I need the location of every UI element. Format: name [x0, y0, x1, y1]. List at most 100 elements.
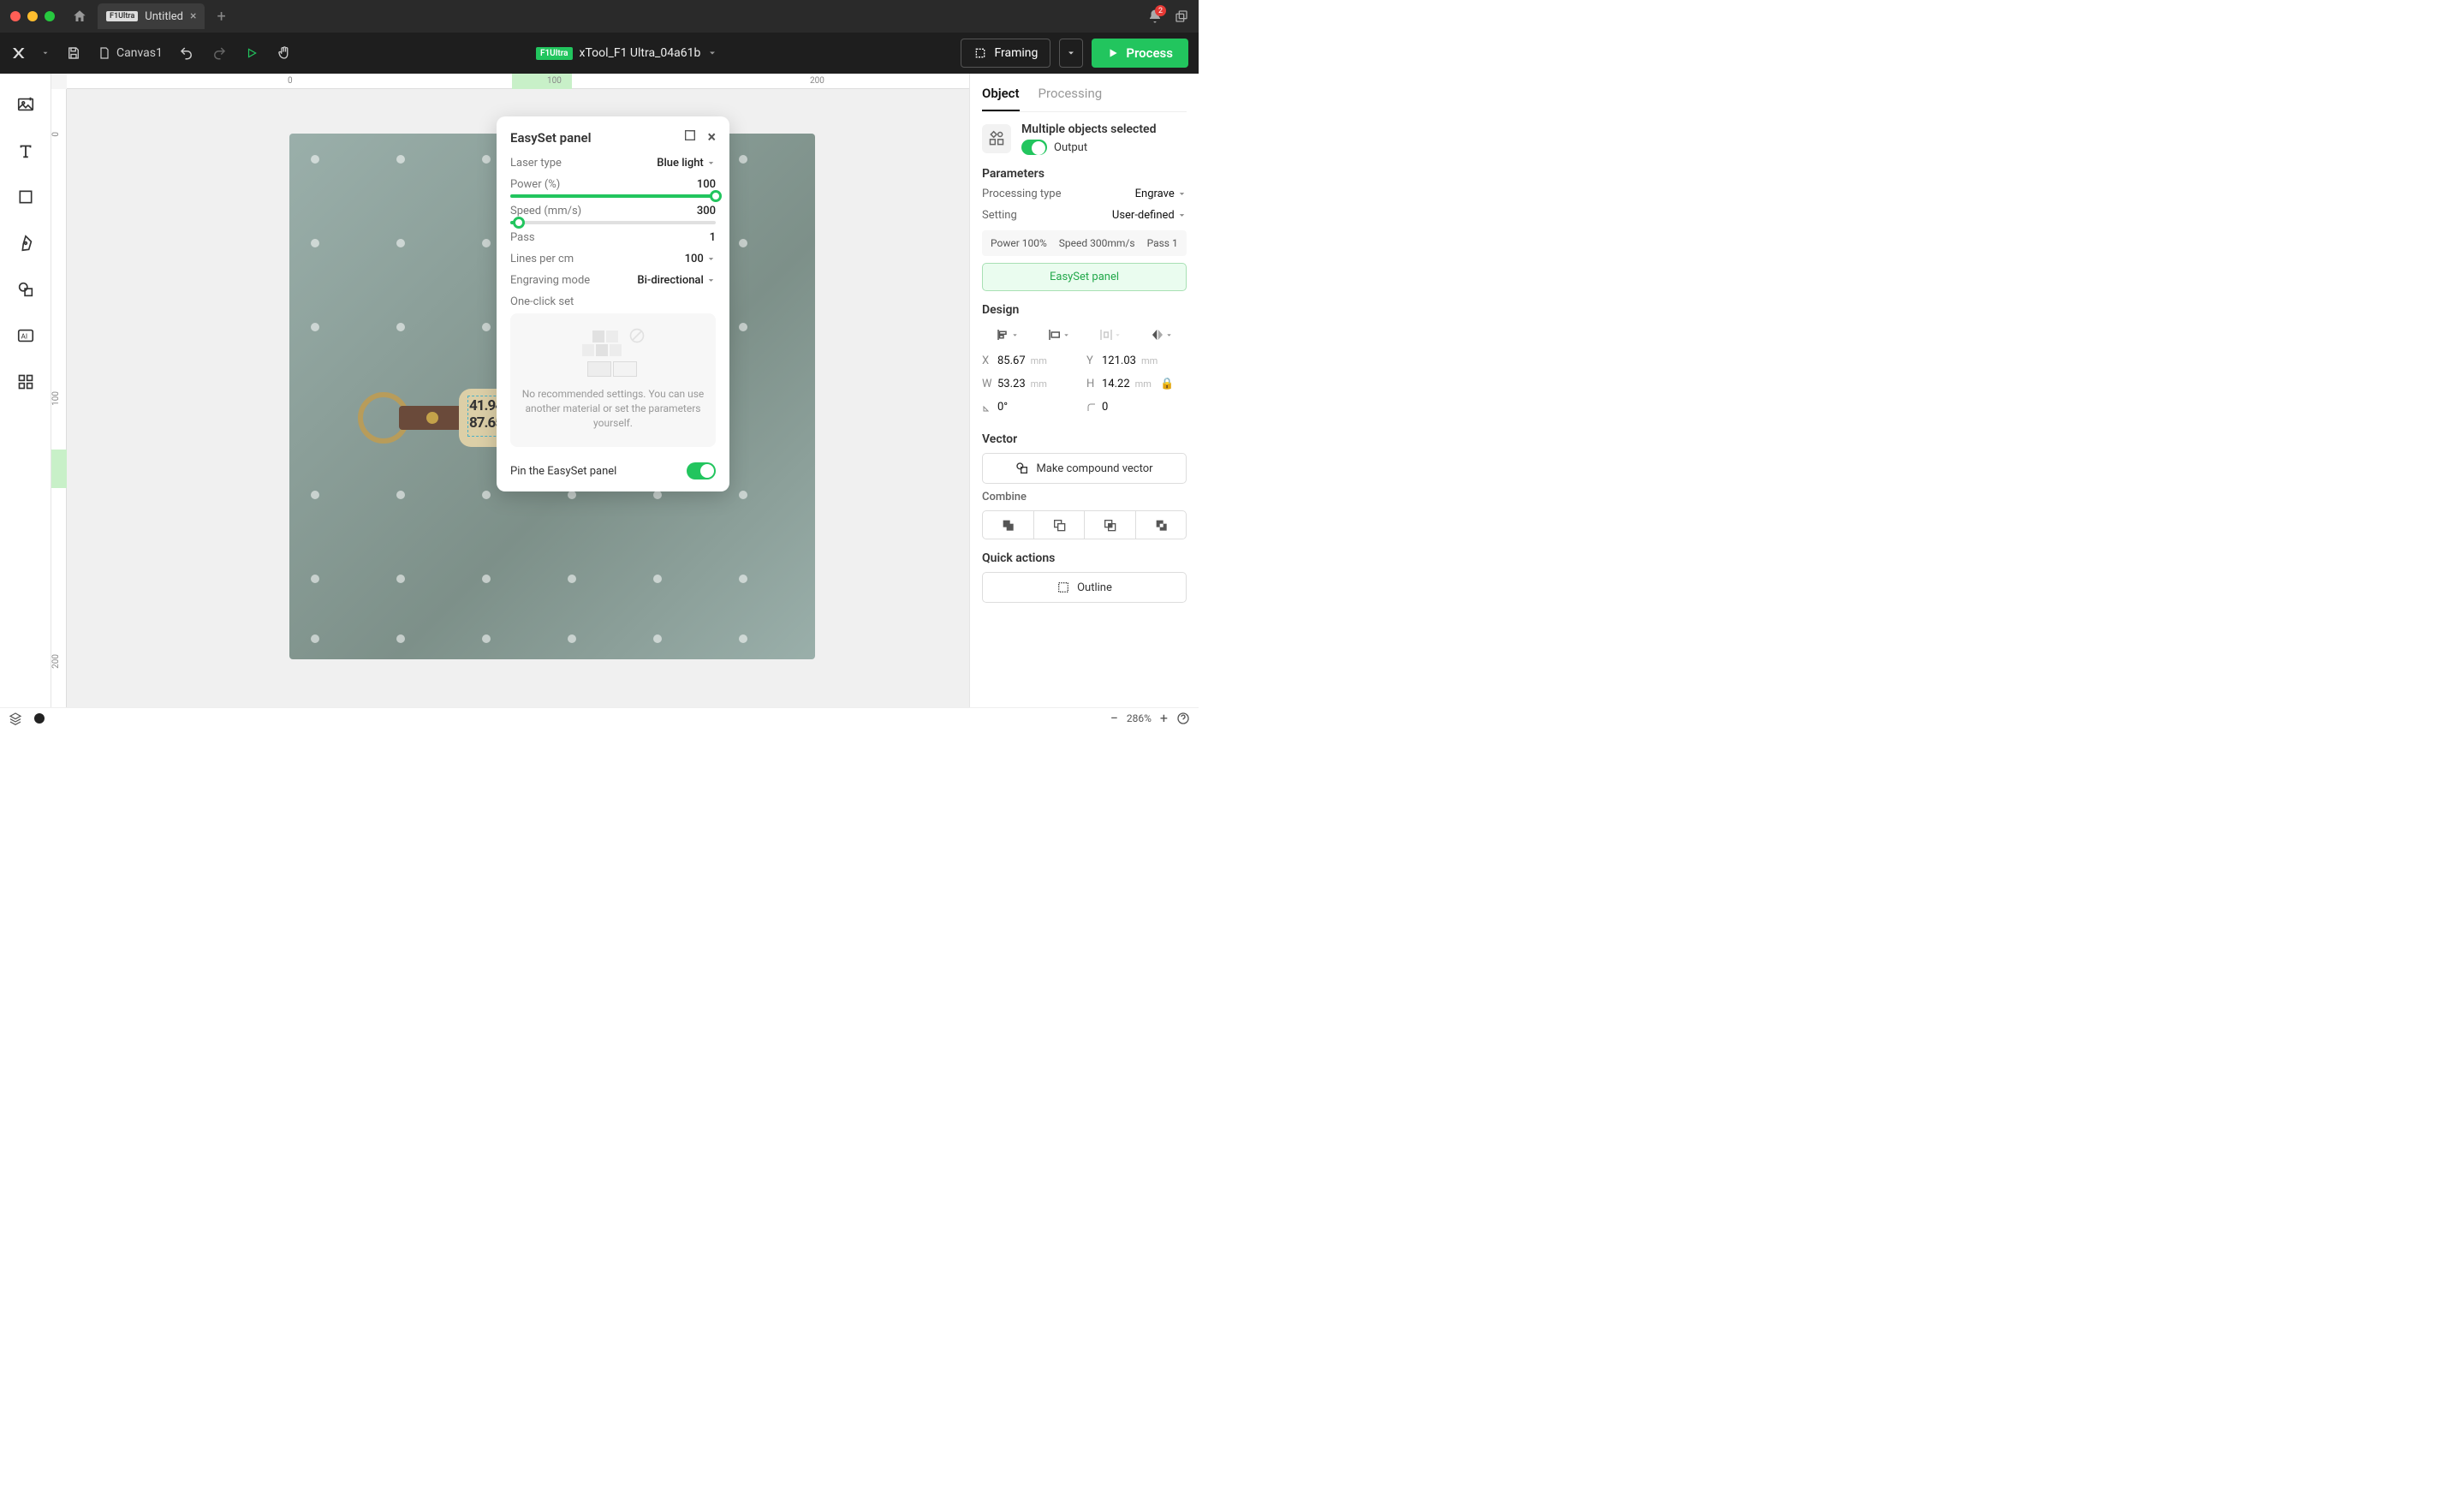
selection-title: Multiple objects selected [1021, 122, 1156, 136]
close-tab-icon[interactable]: × [190, 9, 196, 23]
close-window[interactable] [10, 11, 21, 21]
compound-vector-button[interactable]: Make compound vector [982, 453, 1187, 484]
vector-heading: Vector [982, 432, 1187, 446]
union-icon[interactable] [983, 511, 1034, 539]
pen-tool-icon[interactable] [15, 233, 36, 253]
align-left-icon[interactable] [992, 324, 1023, 346]
minimize-window[interactable] [27, 11, 38, 21]
hand-icon[interactable] [276, 45, 293, 62]
pin-label: Pin the EasySet panel [510, 465, 616, 478]
document-tab[interactable]: F1Ultra Untitled × [98, 3, 205, 29]
ruler-horizontal: 0100200 [67, 74, 969, 89]
zoom-out-icon[interactable]: − [1110, 710, 1118, 726]
device-badge: F1Ultra [536, 47, 573, 60]
titlebar: F1Ultra Untitled × + [0, 0, 1199, 33]
ai-tool-icon[interactable]: AI [15, 325, 36, 346]
oneclick-label: One-click set [510, 295, 574, 308]
oneclick-empty-text: No recommended settings. You can use ano… [522, 388, 705, 429]
x-field[interactable]: X85.67mm [982, 354, 1074, 367]
engraving-mode-row[interactable]: Engraving modeBi-directional [510, 274, 716, 287]
device-name: xTool_F1 Ultra_04a61b [580, 46, 701, 60]
ruler-vertical: 0100200 [51, 89, 67, 707]
maximize-window[interactable] [45, 11, 55, 21]
close-icon[interactable]: × [707, 128, 716, 146]
play-icon[interactable] [243, 45, 260, 62]
process-button[interactable]: Process [1092, 39, 1188, 68]
framing-label: Framing [994, 46, 1038, 60]
notification-icon[interactable] [1147, 9, 1163, 24]
layers-icon[interactable] [9, 712, 22, 725]
logo-chevron-icon[interactable] [41, 49, 50, 57]
quick-actions-heading: Quick actions [982, 551, 1187, 565]
color-dot-icon[interactable] [34, 713, 45, 724]
exclude-icon[interactable] [1136, 511, 1187, 539]
easyset-panel: EasySet panel × Laser type Blue light Po… [497, 116, 729, 491]
redo-icon[interactable] [211, 45, 228, 62]
zoom-value: 286% [1127, 712, 1152, 724]
left-toolbox: AI [0, 74, 51, 707]
shape-tool-icon[interactable] [15, 187, 36, 207]
help-icon[interactable] [1176, 712, 1190, 725]
corner-field[interactable]: 0 [1086, 401, 1179, 414]
tab-object[interactable]: Object [982, 74, 1020, 111]
logo-icon[interactable] [10, 45, 26, 61]
setting-row[interactable]: SettingUser-defined [982, 209, 1187, 222]
image-tool-icon[interactable] [15, 94, 36, 115]
y-field[interactable]: Y121.03mm [1086, 354, 1179, 367]
tab-title: Untitled [145, 10, 183, 23]
distribute-icon [1094, 324, 1125, 346]
intersect-icon[interactable] [1085, 511, 1136, 539]
process-label: Process [1126, 45, 1173, 61]
framing-button[interactable]: Framing [961, 39, 1050, 68]
apps-tool-icon[interactable] [15, 372, 36, 392]
subtract-icon[interactable] [1034, 511, 1086, 539]
framing-dropdown[interactable] [1059, 39, 1083, 68]
keychain-rivet [426, 412, 438, 424]
home-icon[interactable] [70, 7, 89, 26]
pin-toggle[interactable] [687, 462, 716, 479]
power-value: 100 [697, 178, 716, 191]
h-field[interactable]: H14.22mm🔒 [1086, 378, 1179, 390]
tab-processing[interactable]: Processing [1039, 74, 1103, 111]
parameters-heading: Parameters [982, 167, 1187, 181]
w-field[interactable]: W53.23mm [982, 378, 1074, 390]
copy-stack-icon[interactable] [1175, 9, 1188, 23]
outline-button[interactable]: Outline [982, 572, 1187, 603]
undo-icon[interactable] [178, 45, 195, 62]
design-heading: Design [982, 303, 1187, 317]
transform-fields: X85.67mm Y121.03mm W53.23mm H14.22mm🔒 0°… [982, 354, 1187, 420]
canvas-selector[interactable]: Canvas1 [98, 46, 163, 60]
oneclick-empty-state: No recommended settings. You can use ano… [510, 313, 716, 447]
lock-aspect-icon[interactable]: 🔒 [1160, 378, 1174, 390]
laser-type-row[interactable]: Laser type Blue light [510, 157, 716, 170]
combine-buttons [982, 510, 1187, 539]
flip-icon[interactable] [1146, 324, 1176, 346]
text-tool-icon[interactable] [15, 140, 36, 161]
canvas-label: Canvas1 [116, 46, 163, 60]
right-panel: Object Processing Multiple objects selec… [969, 74, 1199, 707]
rotation-field[interactable]: 0° [982, 401, 1074, 414]
device-selector[interactable]: F1Ultra xTool_F1 Ultra_04a61b [536, 46, 717, 60]
output-toggle[interactable] [1021, 140, 1047, 155]
output-label: Output [1054, 141, 1087, 154]
power-label: Power (%) [510, 178, 560, 191]
combine-heading: Combine [982, 491, 1187, 503]
easyset-panel-button[interactable]: EasySet panel [982, 263, 1187, 291]
speed-label: Speed (mm/s) [510, 205, 581, 217]
svg-text:AI: AI [21, 333, 27, 342]
new-tab-button[interactable]: + [217, 8, 225, 26]
save-icon[interactable] [65, 45, 82, 62]
boolean-tool-icon[interactable] [15, 279, 36, 300]
popout-icon[interactable] [683, 128, 697, 146]
zoom-in-icon[interactable]: + [1160, 710, 1168, 726]
toolbar: Canvas1 F1Ultra xTool_F1 Ultra_04a61b Fr… [0, 33, 1199, 74]
processing-type-row[interactable]: Processing typeEngrave [982, 188, 1187, 200]
pass-row[interactable]: Pass1 [510, 231, 716, 244]
align-hleft-icon[interactable] [1044, 324, 1074, 346]
speed-slider[interactable] [510, 221, 716, 224]
power-slider[interactable] [510, 194, 716, 198]
multi-select-icon [982, 124, 1011, 153]
lines-per-cm-row[interactable]: Lines per cm100 [510, 253, 716, 265]
tab-device-badge: F1Ultra [106, 11, 138, 21]
canvas-area[interactable]: 0100200 0100200 [51, 74, 969, 707]
